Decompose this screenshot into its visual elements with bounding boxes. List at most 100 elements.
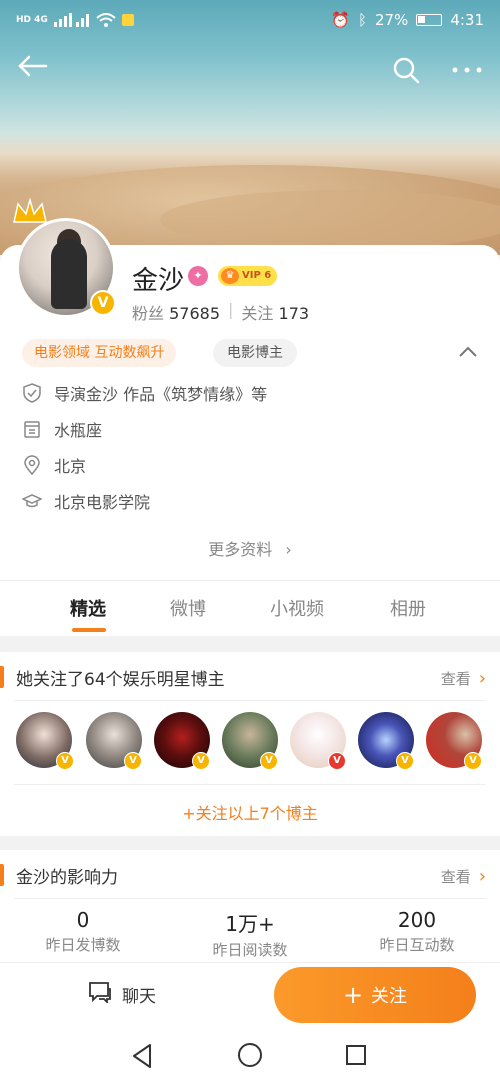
profile-name: 金沙	[132, 266, 185, 296]
info-row-works: 导演金沙 作品《筑梦情缘》等	[22, 378, 442, 408]
alarm-icon: ⏰	[331, 11, 350, 29]
system-home-icon[interactable]	[238, 1043, 262, 1067]
bluetooth-icon: ᛒ	[357, 11, 367, 29]
system-back-icon[interactable]	[130, 1043, 154, 1073]
plus-icon: +	[342, 981, 364, 1009]
top-navigation	[0, 48, 500, 92]
tab-featured[interactable]: 精选	[70, 595, 106, 621]
more-info-link[interactable]: 更多资料 ›	[0, 536, 500, 560]
metric-value: 1万+	[225, 912, 275, 936]
view-label: 查看	[440, 868, 471, 886]
verified-badge-icon: V	[56, 752, 74, 770]
system-navigation-bar	[0, 1028, 500, 1083]
info-works-text: 导演金沙 作品《筑梦情缘》等	[54, 385, 268, 404]
network-label: HD 4G	[16, 15, 48, 25]
avatar-figure-body	[51, 239, 87, 309]
fans-count: 57685	[169, 304, 221, 323]
verified-badge-icon: V	[90, 290, 116, 316]
more-dots-icon[interactable]	[450, 56, 486, 84]
vip-label: VIP 6	[242, 270, 272, 281]
following-section-title: 她关注了64个娱乐明星博主	[0, 666, 225, 690]
fans-label: 粉丝	[132, 304, 165, 323]
calendar-icon	[22, 419, 42, 439]
banner-sand-ripple	[160, 190, 500, 250]
bottom-action-bar: 聊天 + 关注	[0, 962, 500, 1028]
info-row-location: 北京	[22, 450, 442, 480]
metric-reads: 1万+ 昨日阅读数	[167, 908, 333, 960]
follow-count: 173	[278, 304, 310, 323]
verified-badge-icon: V	[192, 752, 210, 770]
clock: 4:31	[450, 11, 484, 29]
verified-badge-red-icon: V	[328, 752, 346, 770]
search-icon[interactable]	[392, 56, 420, 84]
sunshine-badge-icon[interactable]: ✦	[188, 266, 208, 286]
section-accent-bar	[0, 864, 4, 886]
chevron-right-icon: ›	[478, 668, 486, 689]
verified-badge-icon: V	[260, 752, 278, 770]
tab-weibo[interactable]: 微博	[170, 595, 206, 621]
system-recents-icon[interactable]	[346, 1045, 366, 1065]
following-title-text: 她关注了64个娱乐明星博主	[16, 669, 225, 690]
role-tag[interactable]: 电影博主	[213, 339, 297, 367]
status-right: ⏰ ᛒ 27% 4:31	[331, 11, 484, 29]
crown-icon	[12, 197, 48, 226]
vip-badge[interactable]: ♛ VIP 6	[218, 266, 278, 286]
info-zodiac-text: 水瓶座	[54, 421, 103, 440]
metric-value: 0	[76, 908, 90, 932]
location-icon	[22, 455, 42, 476]
tab-short-video[interactable]: 小视频	[270, 595, 324, 621]
divider	[14, 784, 486, 785]
info-location-text: 北京	[54, 457, 87, 476]
influence-title-text: 金沙的影响力	[16, 867, 118, 888]
shield-icon	[22, 383, 42, 403]
follow-stat[interactable]: 关注 173	[241, 300, 309, 324]
following-view-link[interactable]: 查看 ›	[441, 668, 486, 689]
network-indicators: HD 4G	[16, 13, 134, 27]
profile-tabs: 精选 微博 小视频 相册	[0, 580, 500, 636]
influence-view-link[interactable]: 查看 ›	[441, 866, 486, 887]
chevron-up-icon[interactable]	[456, 342, 480, 362]
follow-all-button[interactable]: +关注以上7个博主	[0, 800, 500, 824]
fans-stat[interactable]: 粉丝 57685	[132, 300, 220, 324]
chevron-right-icon: ›	[478, 866, 486, 887]
active-tab-indicator	[72, 628, 106, 632]
verified-badge-icon: V	[396, 752, 414, 770]
influence-section-title: 金沙的影响力	[0, 864, 118, 888]
vip-crown-icon: ♛	[221, 268, 239, 284]
battery-percent: 27%	[374, 11, 409, 29]
info-row-school: 北京电影学院	[21, 486, 442, 516]
more-info-label: 更多资料	[208, 540, 273, 559]
view-label: 查看	[440, 670, 471, 688]
info-school-text: 北京电影学院	[54, 493, 151, 512]
graduation-icon	[21, 491, 43, 511]
chat-button[interactable]: 聊天	[88, 981, 156, 1008]
divider	[14, 700, 486, 701]
following-section: 她关注了64个娱乐明星博主 查看 › V V V V V V V +关注以上7个…	[0, 652, 500, 836]
profile-stats: 粉丝 57685 | 关注 173	[132, 300, 309, 324]
chevron-right-icon: ›	[285, 540, 292, 559]
domain-tag[interactable]: 电影领域 互动数飙升	[22, 339, 177, 367]
status-bar: HD 4G ⏰ ᛒ 27% 4:31	[0, 0, 500, 40]
back-arrow-icon[interactable]	[16, 54, 50, 86]
tab-album[interactable]: 相册	[390, 595, 426, 621]
app-notification-icon	[121, 14, 134, 26]
stats-divider: |	[228, 300, 234, 319]
metric-label: 昨日发博数	[45, 936, 121, 954]
metric-value: 200	[397, 908, 437, 932]
divider	[14, 898, 486, 899]
follow-label: 关注	[241, 304, 274, 323]
chat-label: 聊天	[122, 987, 156, 1007]
battery-icon	[416, 14, 443, 26]
chat-bubble-icon	[88, 981, 112, 1008]
metric-posts: 0 昨日发博数	[0, 908, 166, 955]
info-row-zodiac: 水瓶座	[22, 414, 442, 444]
section-accent-bar	[0, 666, 4, 688]
signal-icon	[53, 13, 89, 27]
verified-badge-icon: V	[464, 752, 482, 770]
verified-badge-icon: V	[124, 752, 142, 770]
metric-label: 昨日互动数	[379, 936, 455, 954]
follow-button[interactable]: + 关注	[274, 967, 476, 1023]
wifi-icon	[96, 13, 116, 27]
metric-label: 昨日阅读数	[212, 941, 288, 959]
follow-button-label: 关注	[371, 986, 408, 1007]
